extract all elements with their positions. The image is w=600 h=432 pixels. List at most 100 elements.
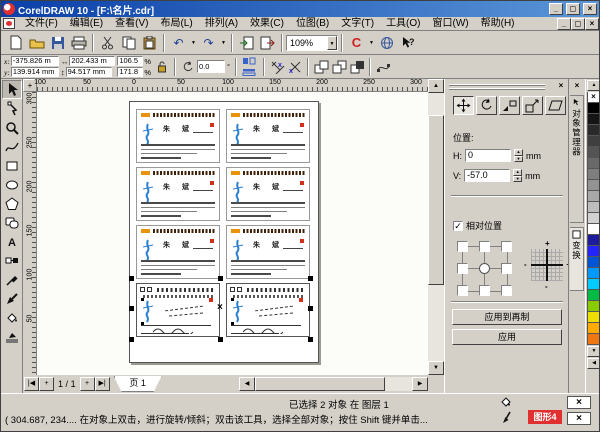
align-button[interactable]: x: [268, 57, 286, 77]
color-swatch[interactable]: [587, 202, 600, 213]
corel-online-button[interactable]: [376, 33, 397, 53]
selection-handle[interactable]: [308, 276, 313, 281]
add-page-after-button[interactable]: +: [80, 377, 95, 391]
zoom-level-select[interactable]: 109% ▼: [286, 35, 338, 51]
menu-help[interactable]: 帮助(H): [475, 17, 521, 31]
minimize-button[interactable]: _: [549, 3, 563, 15]
business-card[interactable]: 朱 斌: [226, 225, 310, 279]
menu-layout[interactable]: 布局(L): [154, 17, 198, 31]
rectangle-tool[interactable]: [2, 156, 22, 175]
menu-text[interactable]: 文字(T): [335, 17, 380, 31]
scroll-down-button[interactable]: ▼: [428, 361, 444, 375]
paste-button[interactable]: [139, 33, 160, 53]
last-page-button[interactable]: ▶|: [95, 377, 110, 391]
color-swatch[interactable]: [587, 279, 600, 290]
import-button[interactable]: [236, 33, 257, 53]
color-swatch[interactable]: ×: [587, 92, 600, 103]
selection-handle[interactable]: [129, 276, 134, 281]
scale-v-field[interactable]: 171.8: [117, 67, 143, 77]
menu-file[interactable]: 文件(F): [19, 17, 64, 31]
undo-dropdown[interactable]: ▼: [189, 33, 198, 53]
tab-object-manager[interactable]: 对象管理器: [570, 95, 584, 223]
selection-handle[interactable]: [308, 337, 313, 342]
relative-position-checkbox[interactable]: ✓: [453, 221, 463, 231]
open-button[interactable]: [26, 33, 47, 53]
color-swatch[interactable]: [587, 169, 600, 180]
horizontal-scrollbar[interactable]: ◀ ▶: [239, 377, 428, 391]
docker-header[interactable]: ×: [447, 81, 567, 93]
vertical-scrollbar-thumb[interactable]: [428, 115, 444, 285]
business-card[interactable]: 朱 斌: [226, 109, 310, 163]
anchor-middle-right[interactable]: [501, 263, 512, 274]
save-button[interactable]: [47, 33, 68, 53]
size-transform-button[interactable]: [522, 96, 543, 115]
undo-button[interactable]: ↶: [168, 33, 189, 53]
h-spinner[interactable]: ▲▼: [514, 149, 523, 162]
rotate-transform-button[interactable]: [476, 96, 497, 115]
color-swatch[interactable]: [587, 334, 600, 345]
v-spinner[interactable]: ▲▼: [513, 169, 522, 182]
menu-tools[interactable]: 工具(O): [380, 17, 426, 31]
position-transform-button[interactable]: [453, 96, 474, 115]
anchor-top-left[interactable]: [457, 241, 468, 252]
apply-button[interactable]: 应用: [452, 329, 562, 345]
zoom-tool[interactable]: [2, 118, 22, 137]
color-swatch[interactable]: [587, 103, 600, 114]
rotation-angle-field[interactable]: 0.0: [197, 60, 225, 73]
skew-transform-button[interactable]: [545, 96, 566, 115]
add-page-before-button[interactable]: +: [39, 377, 54, 391]
eyedropper-tool[interactable]: [2, 270, 22, 289]
selection-handle[interactable]: [218, 337, 223, 342]
color-swatch[interactable]: [587, 301, 600, 312]
selected-business-card[interactable]: [136, 283, 220, 337]
drawing-canvas[interactable]: 朱 斌 朱 斌 朱 斌: [37, 92, 428, 375]
menu-view[interactable]: 查看(V): [109, 17, 154, 31]
anchor-bottom-center[interactable]: [479, 285, 490, 296]
scroll-right-button[interactable]: ▶: [412, 377, 428, 391]
freehand-tool[interactable]: [2, 137, 22, 156]
selection-handle[interactable]: [308, 306, 313, 311]
new-button[interactable]: [5, 33, 26, 53]
selection-handle[interactable]: [129, 337, 134, 342]
combine-button[interactable]: [348, 57, 366, 77]
object-height-field[interactable]: 94.517 mm: [66, 67, 112, 77]
whats-this-button[interactable]: ?: [397, 33, 418, 53]
h-value-field[interactable]: 0: [465, 149, 511, 162]
palette-expand-button[interactable]: ◀: [587, 358, 600, 369]
palette-scroll-down-button[interactable]: ▼: [587, 346, 600, 357]
scale-h-field[interactable]: 106.5: [117, 56, 143, 66]
menu-bitmaps[interactable]: 位图(B): [290, 17, 335, 31]
color-swatch[interactable]: [587, 257, 600, 268]
object-y-field[interactable]: 139.914 mm: [11, 67, 59, 77]
pick-tool[interactable]: [2, 80, 22, 99]
mirror-vertical-button[interactable]: [240, 67, 258, 77]
first-page-button[interactable]: |◀: [24, 377, 39, 391]
redo-button[interactable]: ↷: [198, 33, 219, 53]
business-card[interactable]: 朱 斌: [136, 109, 220, 163]
interactive-fill-tool[interactable]: [2, 327, 22, 346]
apply-to-duplicate-button[interactable]: 应用到再制: [452, 309, 562, 325]
color-swatch[interactable]: [587, 180, 600, 191]
page-tab[interactable]: 页 1: [114, 376, 162, 392]
application-launcher-dropdown[interactable]: ▼: [367, 33, 376, 53]
color-swatch[interactable]: [587, 114, 600, 125]
color-swatch[interactable]: [587, 158, 600, 169]
business-card[interactable]: 朱 斌: [136, 167, 220, 221]
color-swatch[interactable]: [587, 213, 600, 224]
application-launcher-button[interactable]: C: [346, 33, 367, 53]
business-card[interactable]: 朱 斌: [226, 167, 310, 221]
v-value-field[interactable]: -57.0: [464, 169, 510, 182]
horizontal-scrollbar-thumb[interactable]: [255, 377, 385, 391]
convert-to-curves-button[interactable]: [374, 57, 392, 77]
distribute-button[interactable]: x: [286, 57, 304, 77]
copy-button[interactable]: [118, 33, 139, 53]
basic-shapes-tool[interactable]: [2, 213, 22, 232]
doc-close-button[interactable]: ×: [585, 18, 599, 30]
tabstrip-close-button[interactable]: ×: [571, 81, 583, 92]
selection-handle[interactable]: [129, 306, 134, 311]
polygon-tool[interactable]: [2, 194, 22, 213]
color-swatch[interactable]: [587, 323, 600, 334]
color-swatch[interactable]: [587, 125, 600, 136]
horizontal-ruler[interactable]: 100 50 0 50 100 150 200 250 300: [37, 79, 428, 92]
interactive-blend-tool[interactable]: [2, 251, 22, 270]
